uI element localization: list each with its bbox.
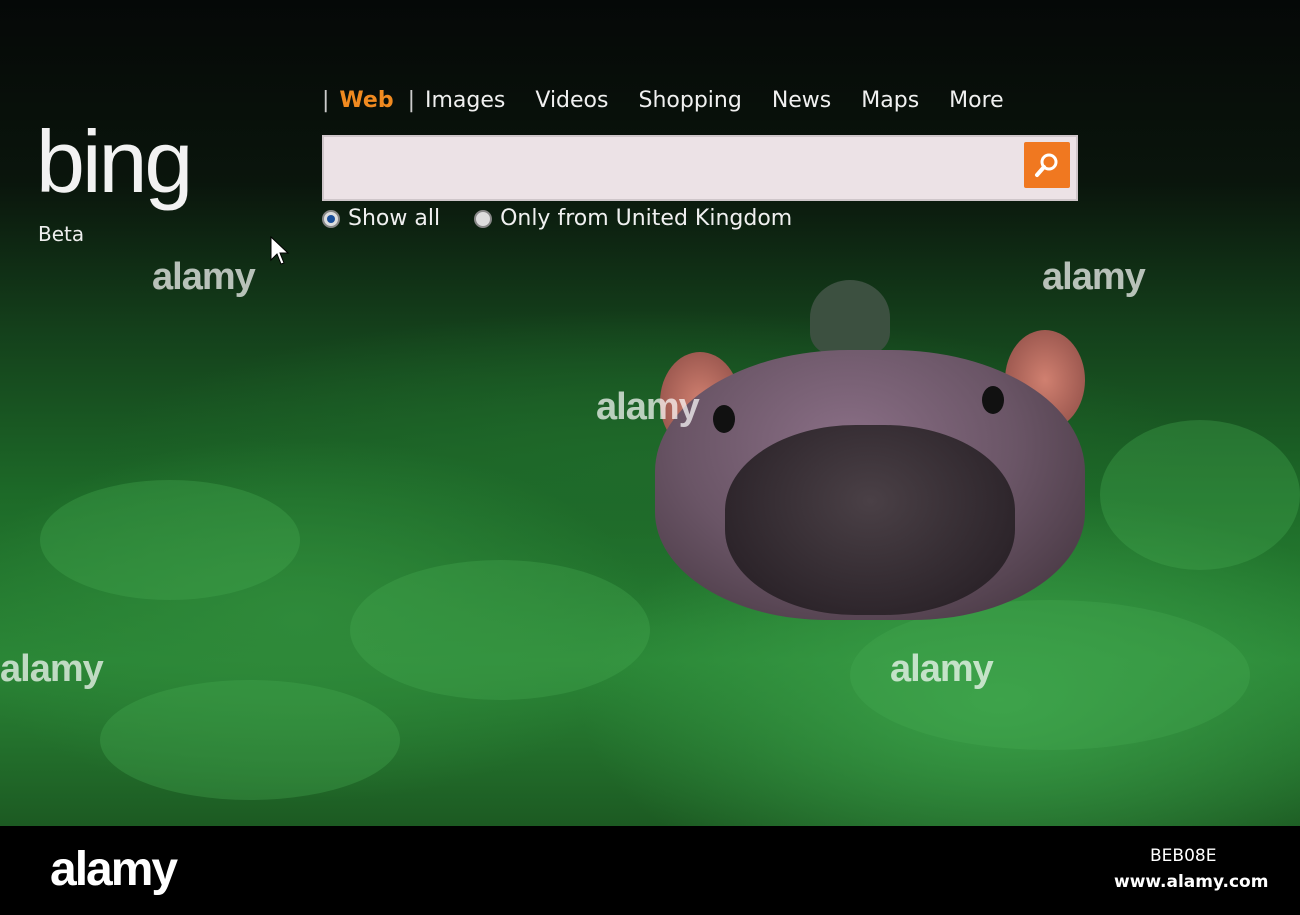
alamy-logo: alamy — [50, 843, 178, 896]
hippo-eye — [713, 405, 735, 433]
nav-maps[interactable]: Maps — [861, 88, 919, 113]
search-button[interactable] — [1024, 142, 1070, 188]
hippo-eye — [982, 386, 1004, 414]
search-box — [322, 135, 1078, 201]
radio-button[interactable] — [322, 209, 340, 228]
bing-logo[interactable]: bing — [36, 118, 193, 206]
radio-label: Show all — [348, 206, 441, 231]
nav-separator: | — [407, 88, 415, 113]
nav-images[interactable]: Images — [425, 88, 505, 113]
leaf — [350, 560, 650, 700]
nav-news[interactable]: News — [772, 88, 831, 113]
alamy-url: www.alamy.com — [1114, 872, 1269, 892]
radio-only-uk[interactable]: Only from United Kingdom — [474, 206, 792, 231]
nav-videos[interactable]: Videos — [535, 88, 608, 113]
nav-separator: | — [322, 88, 330, 113]
watermark: alamy — [0, 648, 104, 690]
watermark: alamy — [152, 256, 256, 298]
search-scope: Show all Only from United Kingdom — [322, 206, 826, 231]
nav-more[interactable]: More — [949, 88, 1004, 113]
stock-footer: alamy BEB08E www.alamy.com — [0, 826, 1300, 915]
beta-label: Beta — [38, 222, 85, 246]
radio-label: Only from United Kingdom — [500, 206, 793, 231]
mouse-cursor-icon — [270, 236, 290, 265]
radio-button[interactable] — [474, 209, 493, 228]
hippo-snout — [725, 425, 1015, 615]
nav-shopping[interactable]: Shopping — [638, 88, 741, 113]
image-id: BEB08E — [1150, 846, 1217, 866]
radio-show-all[interactable]: Show all — [322, 206, 440, 231]
watermark: alamy — [1042, 256, 1146, 298]
search-input[interactable] — [324, 137, 1014, 199]
leaf — [100, 680, 400, 800]
hippo-tuft — [810, 280, 890, 355]
bing-homepage: bing Beta | Web | Images Videos Shopping… — [0, 0, 1300, 826]
watermark: alamy — [596, 386, 700, 428]
leaf — [1100, 420, 1300, 570]
nav-bar: | Web | Images Videos Shopping News Maps… — [322, 88, 1034, 113]
nav-web[interactable]: Web — [339, 88, 393, 113]
leaf — [40, 480, 300, 600]
watermark: alamy — [890, 648, 994, 690]
search-icon — [1035, 153, 1058, 177]
